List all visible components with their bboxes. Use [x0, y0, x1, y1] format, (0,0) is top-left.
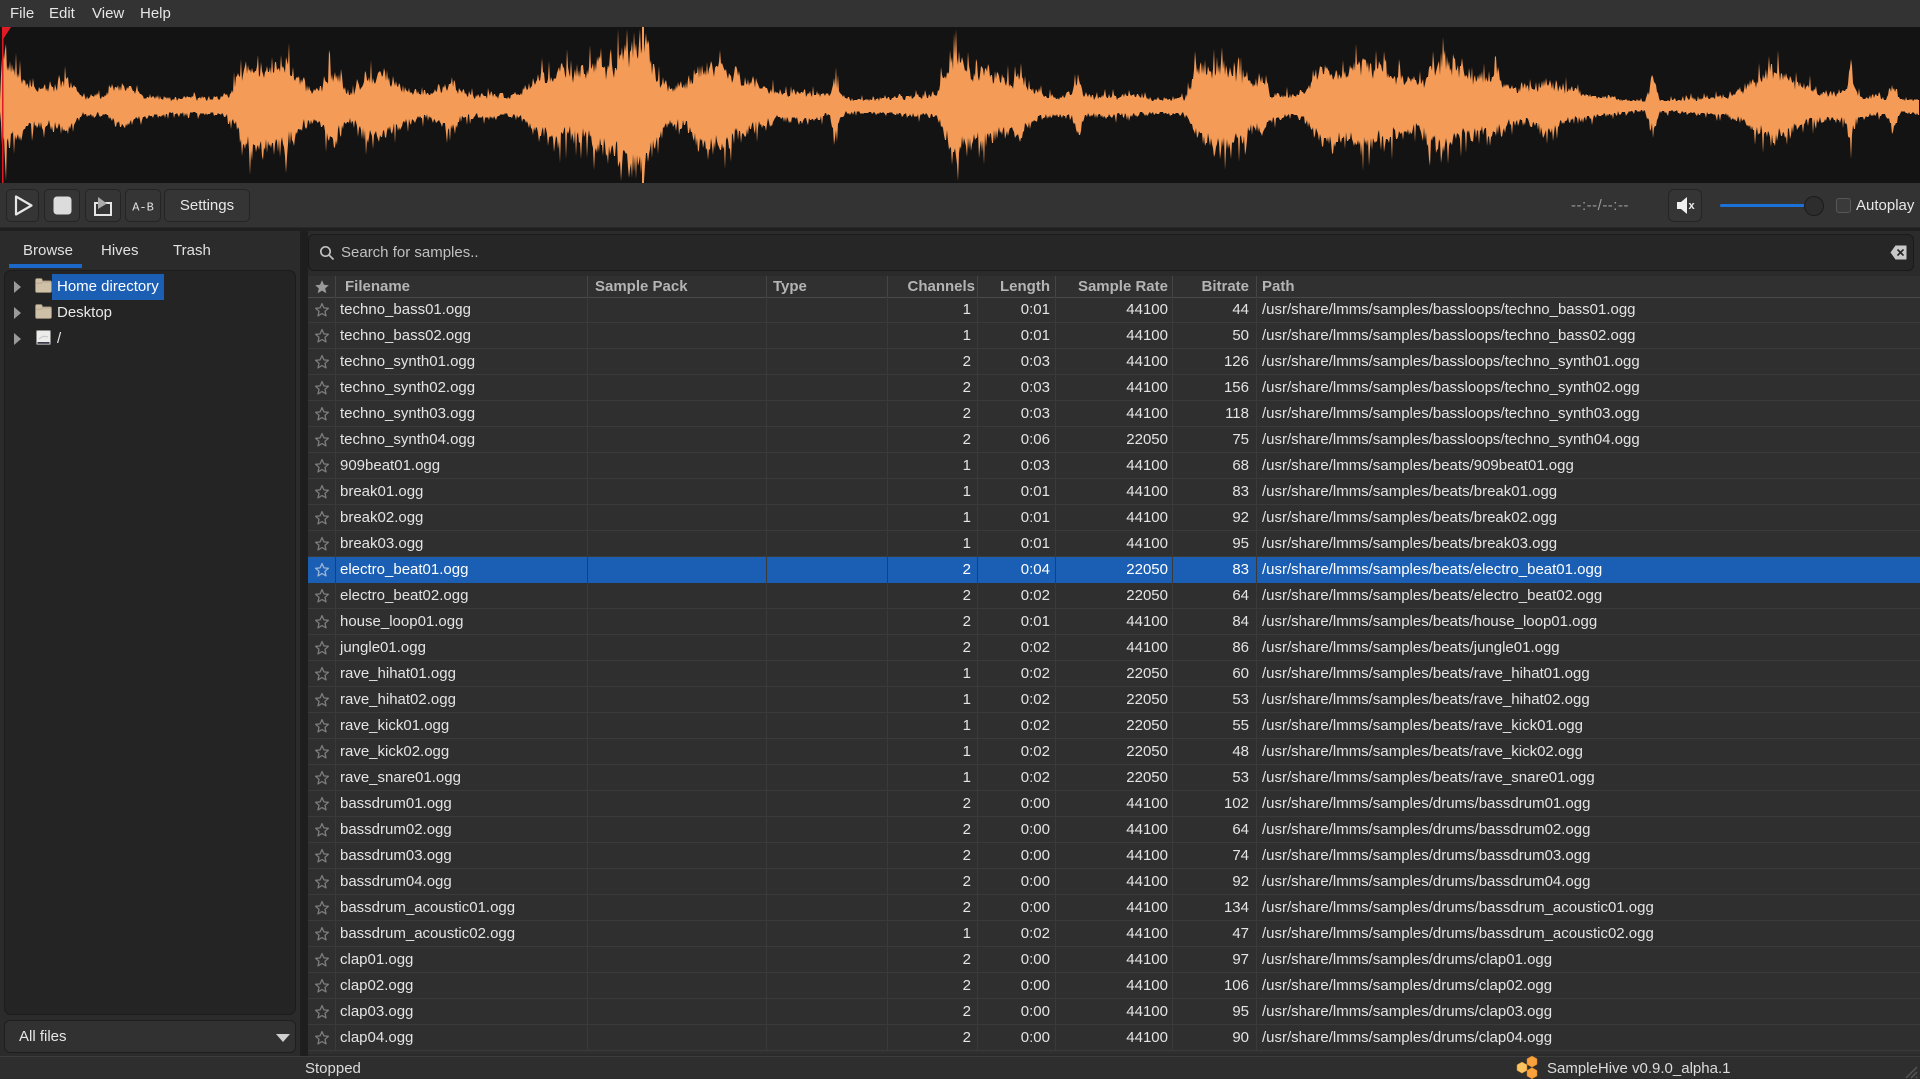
svg-text:x: x — [1688, 200, 1695, 212]
svg-text:A-B: A-B — [132, 201, 154, 215]
